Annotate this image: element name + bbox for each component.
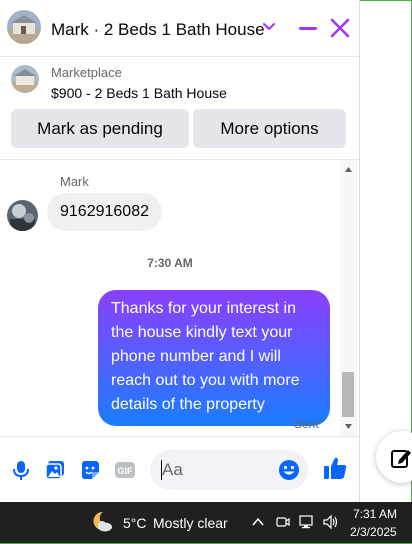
message-list: Mark 9162916082 7:30 AM Thanks for your … — [0, 160, 340, 436]
weather-temperature[interactable]: 5°C — [123, 515, 147, 531]
sender-avatar[interactable] — [7, 200, 38, 231]
scrollbar-thumb[interactable] — [342, 372, 354, 417]
scroll-down-arrow-icon[interactable] — [344, 422, 353, 431]
taskbar: 5°C Mostly clear 7:31 AM 2/3/2025 — [0, 502, 412, 543]
clock-date[interactable]: 2/3/2025 — [350, 525, 397, 539]
chat-window: Mark · 2 Beds 1 Bath House Marketplace $… — [0, 0, 360, 502]
listing-price-title[interactable]: $900 - 2 Beds 1 Bath House — [51, 85, 227, 101]
scroll-up-arrow-icon[interactable] — [344, 165, 353, 174]
outgoing-message[interactable]: Thanks for your interest in the house ki… — [98, 290, 330, 426]
sender-name: Mark — [60, 174, 89, 189]
camera-icon[interactable] — [275, 514, 291, 530]
message-composer: GIF Aa — [0, 436, 359, 503]
chevron-up-icon[interactable] — [251, 514, 265, 530]
emoji-icon[interactable] — [278, 459, 300, 481]
chat-header[interactable]: Mark · 2 Beds 1 Bath House — [0, 0, 359, 57]
close-icon[interactable] — [328, 16, 352, 40]
listing-thumbnail[interactable] — [11, 65, 39, 93]
marketplace-label: Marketplace — [51, 65, 122, 80]
listing-avatar[interactable] — [7, 10, 41, 44]
message-input[interactable]: Aa — [150, 450, 308, 490]
mark-as-pending-button[interactable]: Mark as pending — [11, 109, 189, 148]
sent-status: Sent — [294, 417, 319, 431]
message-scrollbar[interactable] — [340, 160, 357, 436]
svg-text:GIF: GIF — [118, 466, 134, 476]
moon-cloud-icon[interactable] — [90, 510, 114, 534]
microphone-icon[interactable] — [10, 459, 32, 481]
message-timestamp: 7:30 AM — [147, 256, 193, 270]
volume-icon[interactable] — [322, 514, 340, 530]
photo-icon[interactable] — [44, 459, 66, 481]
more-options-button[interactable]: More options — [193, 109, 346, 148]
weather-condition[interactable]: Mostly clear — [153, 515, 228, 531]
gif-icon[interactable]: GIF — [114, 459, 136, 481]
clock-time[interactable]: 7:31 AM — [353, 507, 397, 521]
marketplace-panel: Marketplace $900 - 2 Beds 1 Bath House M… — [0, 57, 359, 160]
network-icon[interactable] — [298, 514, 316, 530]
chevron-down-icon[interactable] — [262, 20, 276, 34]
like-icon[interactable] — [322, 455, 348, 481]
message-input-placeholder: Aa — [162, 460, 183, 479]
incoming-message[interactable]: 9162916082 — [47, 193, 162, 231]
minimize-icon[interactable] — [298, 16, 318, 40]
sticker-icon[interactable] — [79, 459, 101, 481]
chat-title[interactable]: Mark · 2 Beds 1 Bath House — [51, 20, 265, 40]
compose-icon — [391, 450, 411, 468]
